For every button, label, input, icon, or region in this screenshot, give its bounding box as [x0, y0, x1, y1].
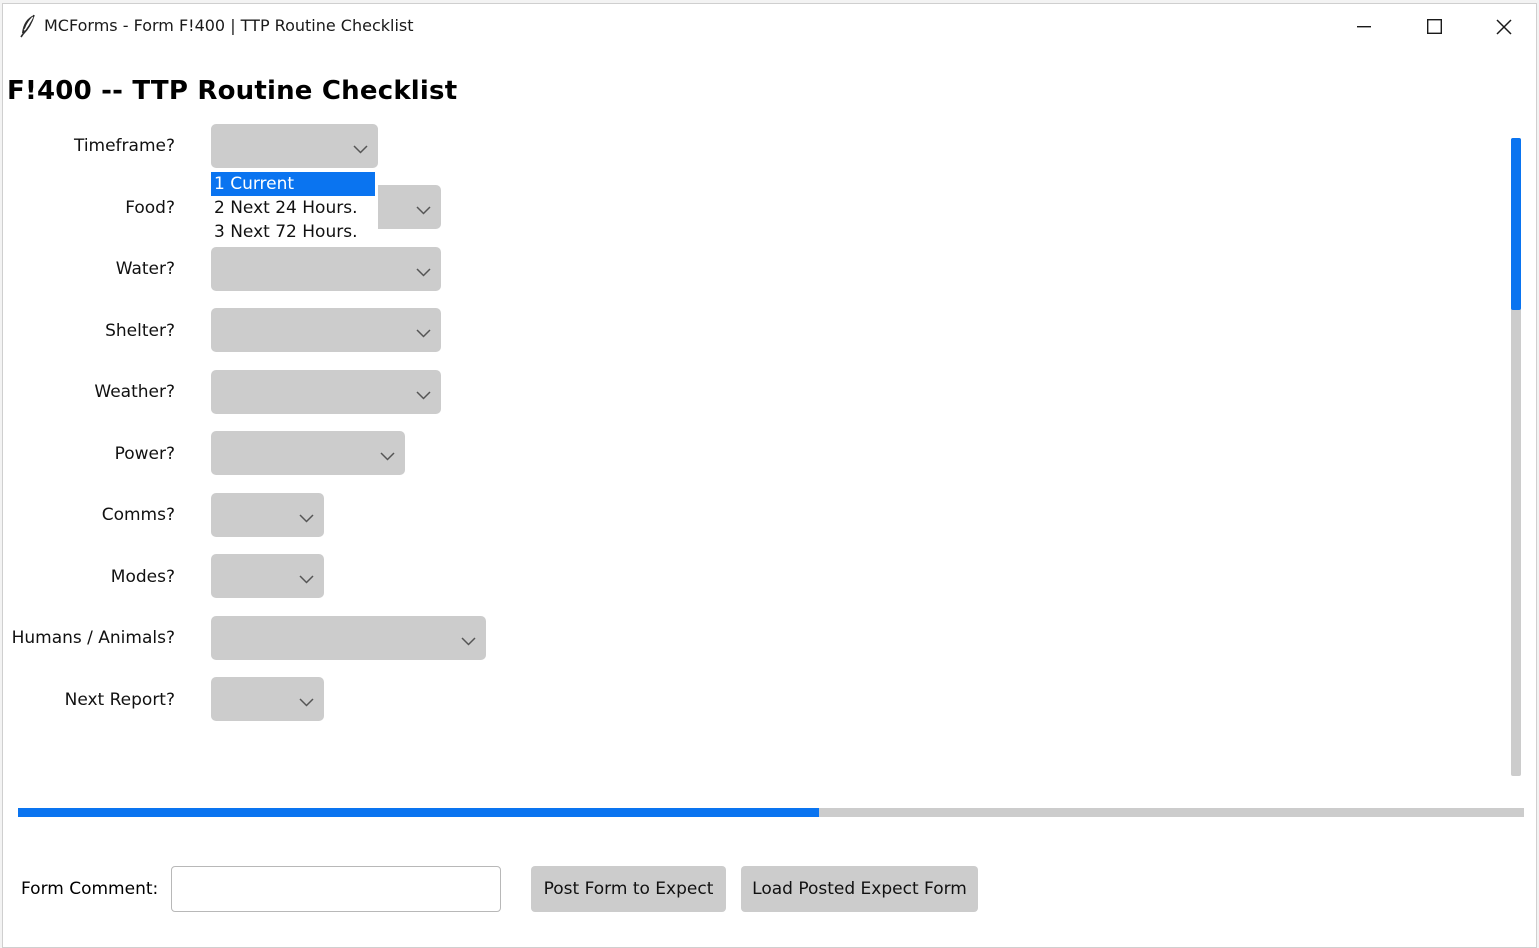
timeframe-combobox[interactable] [211, 124, 378, 168]
minimize-icon [1357, 25, 1371, 28]
progress-bar [18, 808, 1524, 817]
field-label-water: Water? [115, 259, 175, 279]
chevron-down-icon [416, 262, 431, 281]
field-label-shelter: Shelter? [105, 321, 175, 341]
dropdown-option[interactable]: 3 Next 72 Hours. [211, 220, 375, 244]
field-label-timeframe: Timeframe? [73, 136, 175, 156]
app-window: MCForms - Form F!400 | TTP Routine Check… [2, 3, 1537, 948]
next-report-combobox[interactable] [211, 677, 324, 721]
field-label-weather: Weather? [94, 382, 175, 402]
field-label-power: Power? [114, 444, 175, 464]
dropdown-option[interactable]: 2 Next 24 Hours. [211, 196, 375, 220]
chevron-down-icon [353, 139, 368, 158]
comms-combobox[interactable] [211, 493, 324, 537]
vertical-scrollbar[interactable] [1511, 138, 1521, 776]
modes-combobox[interactable] [211, 554, 324, 598]
form-comment-label: Form Comment: [21, 879, 159, 899]
maximize-icon [1426, 19, 1442, 34]
chevron-down-icon [416, 385, 431, 404]
humans-animals-combobox[interactable] [211, 616, 486, 660]
close-icon [1496, 18, 1512, 35]
field-label-next-report: Next Report? [64, 690, 175, 710]
chevron-down-icon [299, 508, 314, 527]
weather-combobox[interactable] [211, 370, 441, 414]
field-label-comms: Comms? [101, 505, 175, 525]
vertical-scrollbar-thumb[interactable] [1511, 138, 1521, 311]
chevron-down-icon [461, 631, 476, 650]
post-form-button[interactable]: Post Form to Expect [531, 866, 726, 912]
chevron-down-icon [299, 692, 314, 711]
chevron-down-icon [299, 569, 314, 588]
timeframe-dropdown-list: 1 Current 2 Next 24 Hours. 3 Next 72 Hou… [211, 171, 378, 243]
minimize-button[interactable] [1329, 4, 1399, 49]
load-posted-form-button[interactable]: Load Posted Expect Form [741, 866, 978, 912]
maximize-button[interactable] [1399, 4, 1469, 49]
field-label-modes: Modes? [110, 567, 175, 587]
dropdown-option[interactable]: 1 Current [211, 172, 375, 196]
field-label-food: Food? [125, 198, 175, 218]
close-button[interactable] [1469, 4, 1539, 49]
form-heading: F!400 -- TTP Routine Checklist [7, 76, 458, 106]
feather-icon [17, 13, 39, 39]
chevron-down-icon [416, 323, 431, 342]
window-title: MCForms - Form F!400 | TTP Routine Check… [44, 16, 414, 35]
form-comment-input[interactable] [171, 866, 501, 912]
field-label-humans-animals: Humans / Animals? [11, 628, 175, 648]
power-combobox[interactable] [211, 431, 405, 475]
progress-bar-fill [18, 808, 820, 817]
chevron-down-icon [380, 446, 395, 465]
shelter-combobox[interactable] [211, 308, 441, 352]
title-bar[interactable]: MCForms - Form F!400 | TTP Routine Check… [3, 4, 1536, 49]
chevron-down-icon [416, 200, 431, 219]
water-combobox[interactable] [211, 247, 441, 291]
